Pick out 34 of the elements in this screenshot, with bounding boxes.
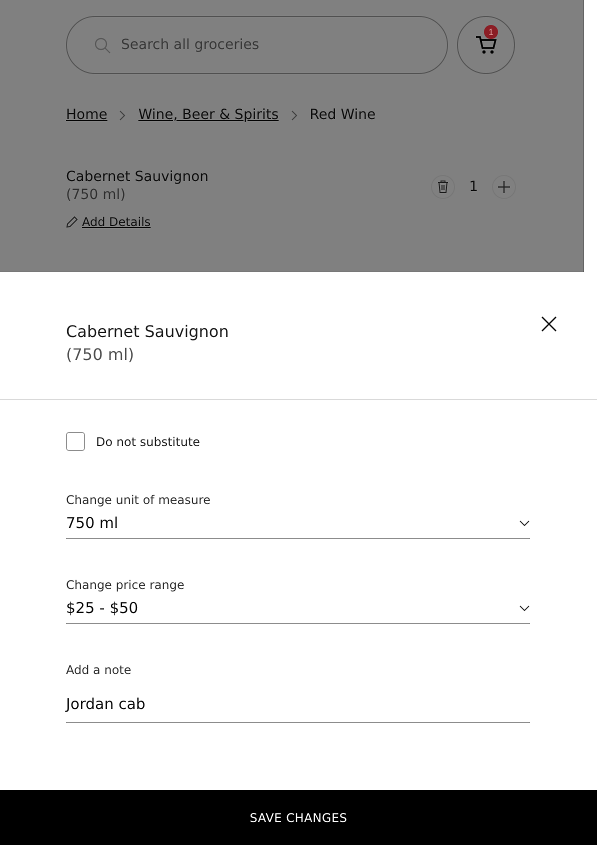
field-label: Add a note — [66, 663, 132, 677]
save-changes-button[interactable]: SAVE CHANGES — [0, 790, 597, 845]
field-label: Change price range — [66, 578, 186, 592]
breadcrumb-current: Red Wine — [310, 107, 376, 123]
add-details-link[interactable]: Add Details — [82, 215, 151, 229]
select-field[interactable]: 750 ml — [66, 507, 530, 539]
search-field[interactable]: Search all groceries — [66, 16, 448, 74]
chevron-right-icon — [290, 110, 298, 120]
select-field[interactable]: $25 - $50 — [66, 592, 530, 624]
cart-count-badge: 1 — [484, 25, 498, 39]
chevron-down-icon — [519, 604, 530, 612]
delete-button[interactable] — [431, 174, 456, 198]
breadcrumb-link[interactable]: Wine, Beer & Spirits — [138, 107, 279, 123]
cart-icon — [475, 35, 497, 55]
field-label: Change unit of measure — [66, 493, 212, 507]
quantity: 1 — [469, 178, 478, 194]
chevron-down-icon — [519, 520, 530, 526]
sheet-subtitle: (750 ml) — [66, 345, 136, 364]
note-field[interactable]: Jordan cab — [66, 677, 530, 723]
product-size: (750 ml) — [66, 187, 127, 203]
sheet-title: Cabernet Sauvignon — [66, 322, 229, 341]
chevron-right-icon — [119, 110, 126, 120]
close-button[interactable] — [541, 316, 557, 332]
cart-button[interactable]: 1 — [457, 16, 515, 74]
checkbox-label: Do not substitute — [96, 434, 200, 448]
pencil-icon — [66, 216, 78, 228]
trash-icon — [437, 180, 450, 193]
plus-icon — [498, 180, 510, 192]
product-name: Cabernet Sauvignon — [66, 169, 209, 185]
breadcrumb-link[interactable]: Home — [66, 107, 108, 123]
checkbox[interactable] — [66, 432, 85, 451]
search-icon — [94, 37, 111, 54]
close-icon — [541, 316, 557, 332]
increase-button[interactable] — [492, 174, 516, 198]
